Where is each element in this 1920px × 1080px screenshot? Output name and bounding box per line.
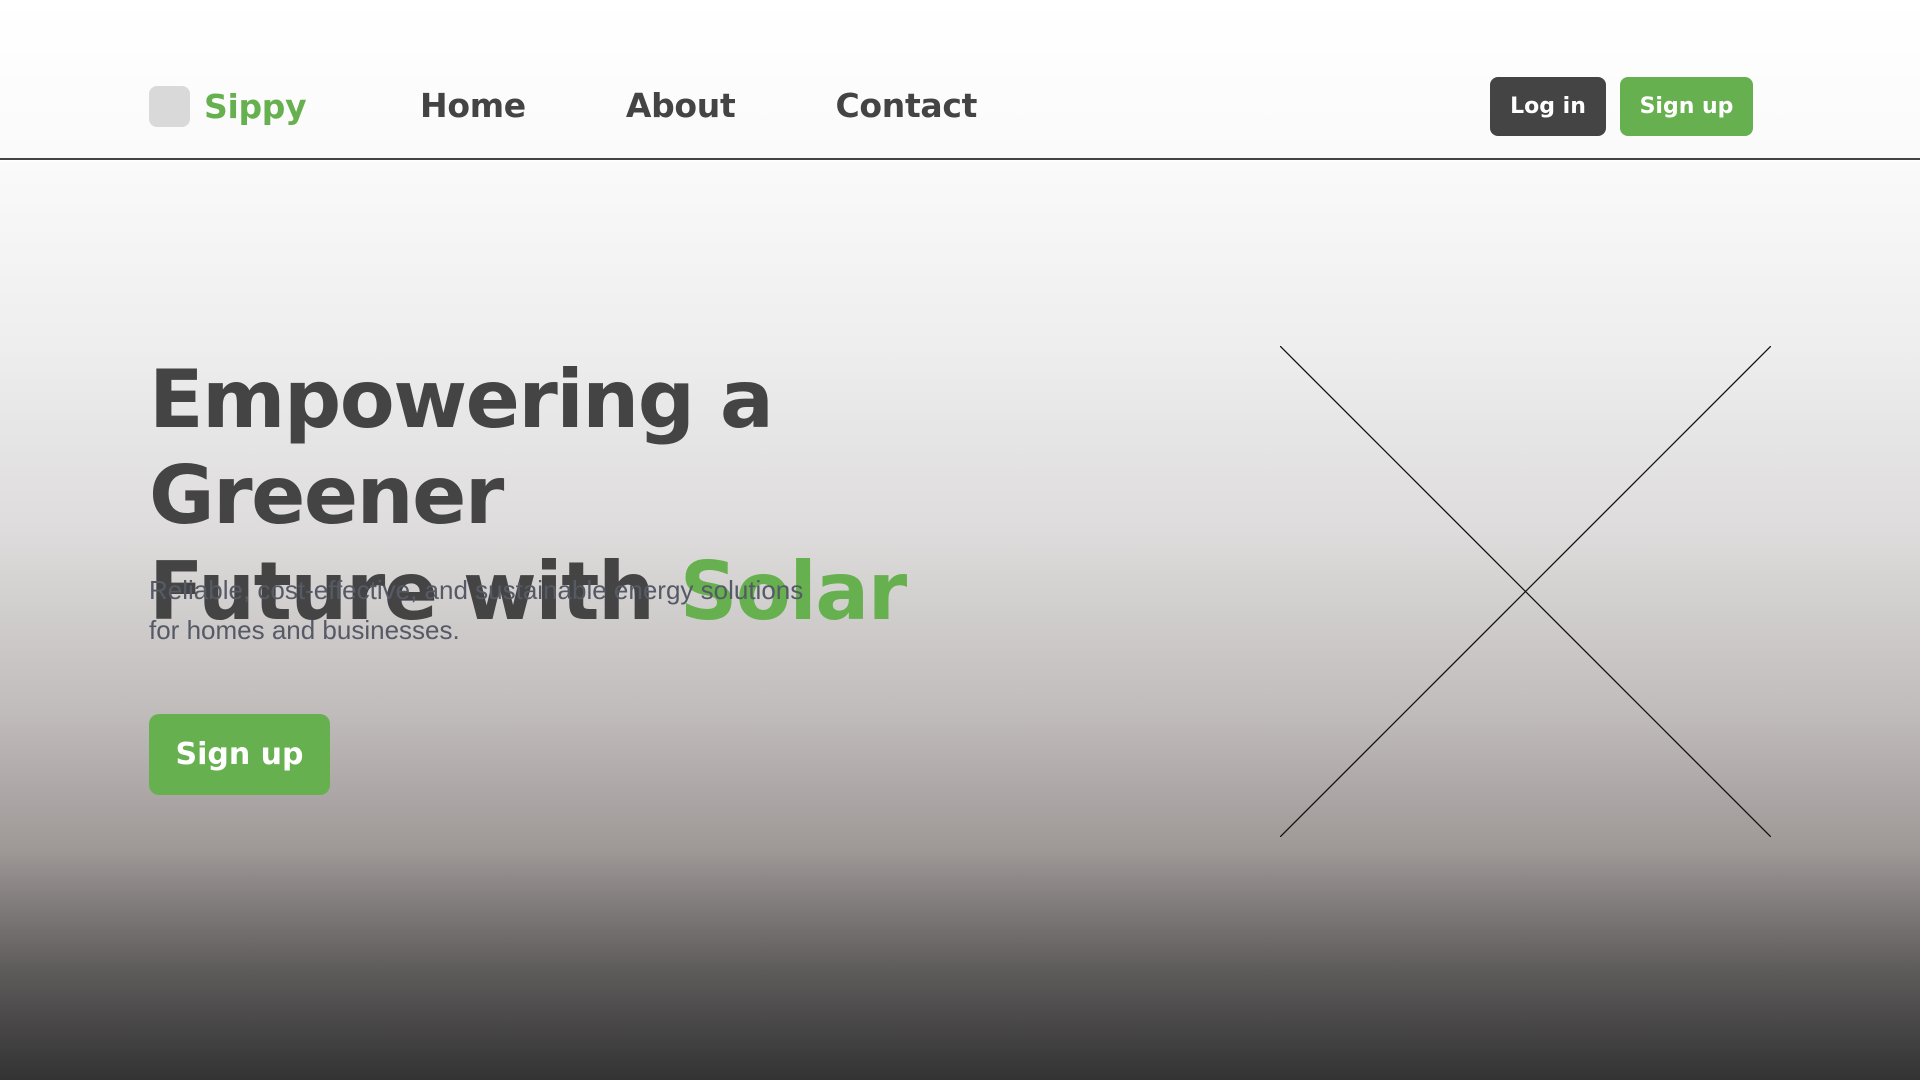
login-button[interactable]: Log in [1490,77,1606,136]
logo-square-icon [149,86,190,127]
subtext-line-1: Reliable, cost-effective, and sustainabl… [149,575,804,605]
site-header: Sippy Home About Contact Log in Sign up [0,0,1920,160]
brand-name: Sippy [204,87,307,126]
subtext-line-2: for homes and businesses. [149,615,460,645]
hero-subtext: Reliable, cost-effective, and sustainabl… [149,570,829,650]
landing-page: Sippy Home About Contact Log in Sign up … [0,0,1920,1080]
main-nav: Home About Contact [420,84,1077,128]
hero-signup-button[interactable]: Sign up [149,714,330,795]
nav-item-contact[interactable]: Contact [835,84,977,128]
nav-item-about[interactable]: About [626,84,736,128]
header-signup-button[interactable]: Sign up [1620,77,1753,136]
headline-line-1: Empowering a Greener [149,353,774,542]
brand-logo[interactable]: Sippy [149,86,307,127]
nav-item-home[interactable]: Home [420,84,526,128]
image-placeholder-icon [1280,346,1771,837]
